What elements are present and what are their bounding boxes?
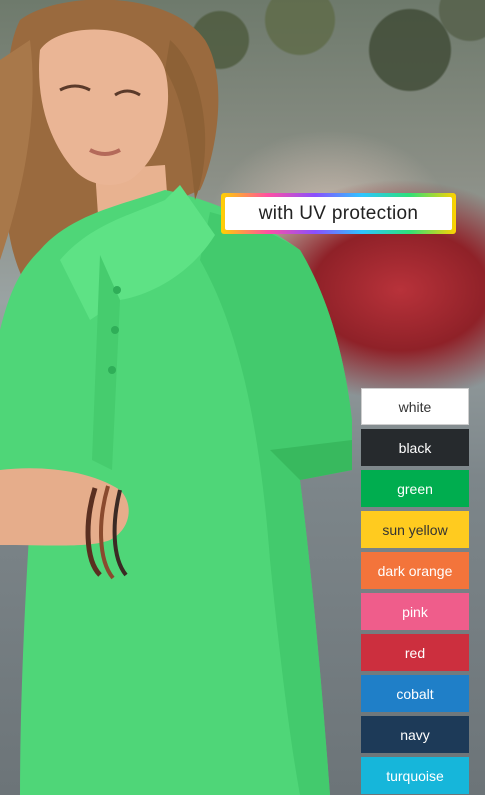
color-swatch-list: white black green sun yellow dark orange… (361, 388, 469, 795)
color-swatch-white[interactable]: white (361, 388, 469, 425)
color-swatch-navy[interactable]: navy (361, 716, 469, 753)
color-swatch-red[interactable]: red (361, 634, 469, 671)
uv-protection-banner: with UV protection (221, 193, 456, 234)
color-swatch-dark-orange[interactable]: dark orange (361, 552, 469, 589)
uv-protection-text: with UV protection (225, 197, 452, 230)
color-swatch-cobalt[interactable]: cobalt (361, 675, 469, 712)
color-swatch-turquoise[interactable]: turquoise (361, 757, 469, 794)
color-swatch-green[interactable]: green (361, 470, 469, 507)
color-swatch-sun-yellow[interactable]: sun yellow (361, 511, 469, 548)
color-swatch-pink[interactable]: pink (361, 593, 469, 630)
color-swatch-black[interactable]: black (361, 429, 469, 466)
product-photo: with UV protection white black green sun… (0, 0, 485, 795)
